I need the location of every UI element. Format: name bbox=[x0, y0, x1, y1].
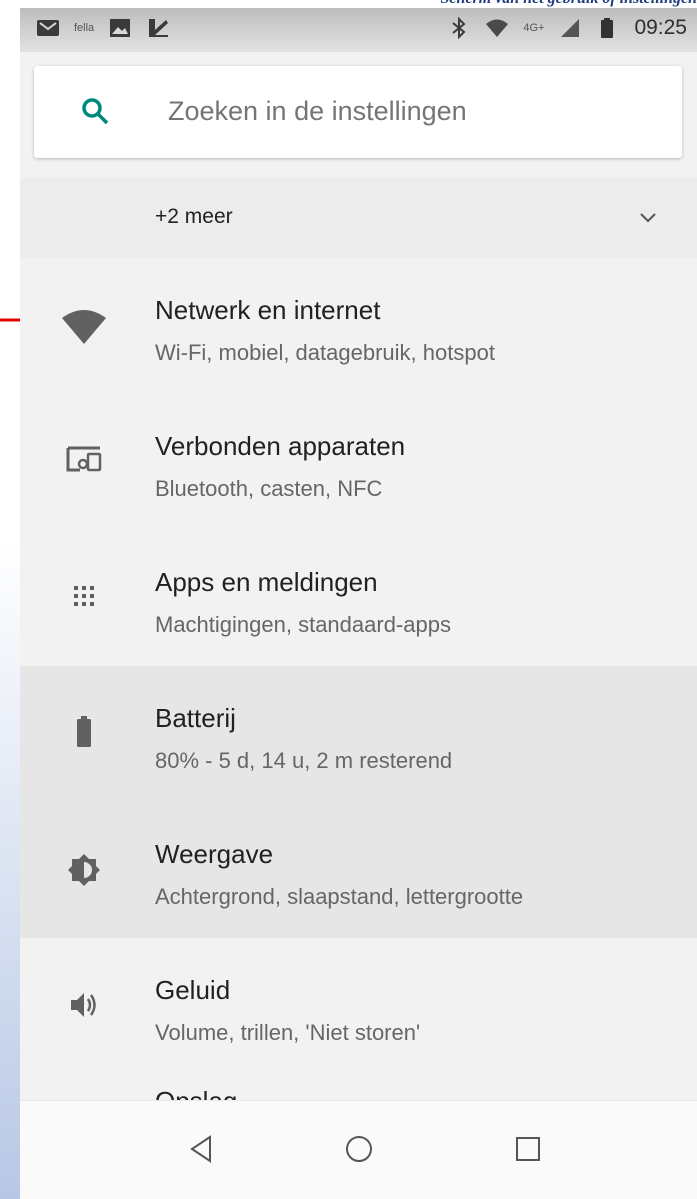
devices-icon bbox=[66, 446, 102, 472]
item-title: Weergave bbox=[155, 839, 274, 869]
settings-item-apps[interactable]: Apps en meldingen Machtigingen, standaar… bbox=[20, 530, 697, 666]
battery-icon bbox=[601, 18, 614, 38]
image-icon bbox=[110, 19, 131, 37]
wifi-icon bbox=[486, 19, 509, 37]
home-icon[interactable] bbox=[341, 1131, 377, 1167]
settings-item-connected-devices[interactable]: Verbonden apparaten Bluetooth, casten, N… bbox=[20, 394, 697, 530]
search-bar[interactable] bbox=[34, 66, 682, 158]
wifi-icon bbox=[62, 310, 106, 344]
item-subtitle: 80% - 5 d, 14 u, 2 m resterend bbox=[155, 748, 453, 773]
gmail-icon bbox=[37, 20, 59, 36]
battery-icon bbox=[77, 716, 91, 747]
brightness-icon bbox=[68, 854, 100, 886]
item-title: Netwerk en internet bbox=[155, 295, 381, 325]
item-subtitle: Wi-Fi, mobiel, datagebruik, hotspot bbox=[155, 340, 495, 365]
phone-screen: fella 4G+ 09:25 Zoeken in de instellinge… bbox=[20, 8, 697, 1199]
item-title: Geluid bbox=[155, 975, 231, 1005]
settings-item-sound[interactable]: Geluid Volume, trillen, 'Niet storen' bbox=[20, 938, 697, 1074]
item-subtitle: Volume, trillen, 'Niet storen' bbox=[155, 1020, 421, 1045]
network-type: 4G+ bbox=[523, 22, 545, 34]
settings-item-display[interactable]: Weergave Achtergrond, slaapstand, letter… bbox=[20, 802, 697, 938]
settings-list: Netwerk en internet Wi-Fi, mobiel, datag… bbox=[20, 258, 697, 1074]
settings-item-network[interactable]: Netwerk en internet Wi-Fi, mobiel, datag… bbox=[20, 258, 697, 394]
clock: 09:25 bbox=[634, 16, 687, 39]
settings-item-battery[interactable]: Batterij 80% - 5 d, 14 u, 2 m resterend bbox=[20, 666, 697, 802]
search-icon bbox=[82, 98, 109, 125]
item-subtitle: Achtergrond, slaapstand, lettergrootte bbox=[155, 884, 524, 909]
item-title: Batterij bbox=[155, 703, 236, 733]
item-title: Apps en meldingen bbox=[155, 567, 378, 597]
signal-icon bbox=[561, 19, 580, 37]
back-icon[interactable] bbox=[184, 1131, 220, 1167]
recents-icon[interactable] bbox=[510, 1131, 546, 1167]
item-subtitle: Bluetooth, casten, NFC bbox=[155, 476, 383, 501]
app-icon: fella bbox=[74, 22, 95, 34]
chevron-down-icon[interactable] bbox=[638, 208, 658, 228]
dispatch-icon bbox=[149, 19, 169, 37]
status-bar: fella 4G+ 09:25 bbox=[20, 8, 697, 52]
document-margin bbox=[0, 0, 20, 1199]
more-suggestions-row[interactable]: +2 meer bbox=[20, 178, 697, 258]
item-title: Verbonden apparaten bbox=[155, 431, 406, 461]
settings-item-storage-partial[interactable]: Opslag bbox=[155, 1084, 237, 1100]
item-subtitle: Machtigingen, standaard-apps bbox=[155, 612, 451, 637]
top-caption: Scherm van het gebruik of instellingen bbox=[357, 0, 697, 8]
navigation-bar bbox=[20, 1100, 697, 1199]
search-input[interactable] bbox=[168, 96, 648, 127]
apps-icon bbox=[74, 586, 94, 606]
bluetooth-icon bbox=[452, 17, 466, 39]
volume-icon bbox=[71, 993, 96, 1017]
more-label: +2 meer bbox=[155, 205, 233, 228]
